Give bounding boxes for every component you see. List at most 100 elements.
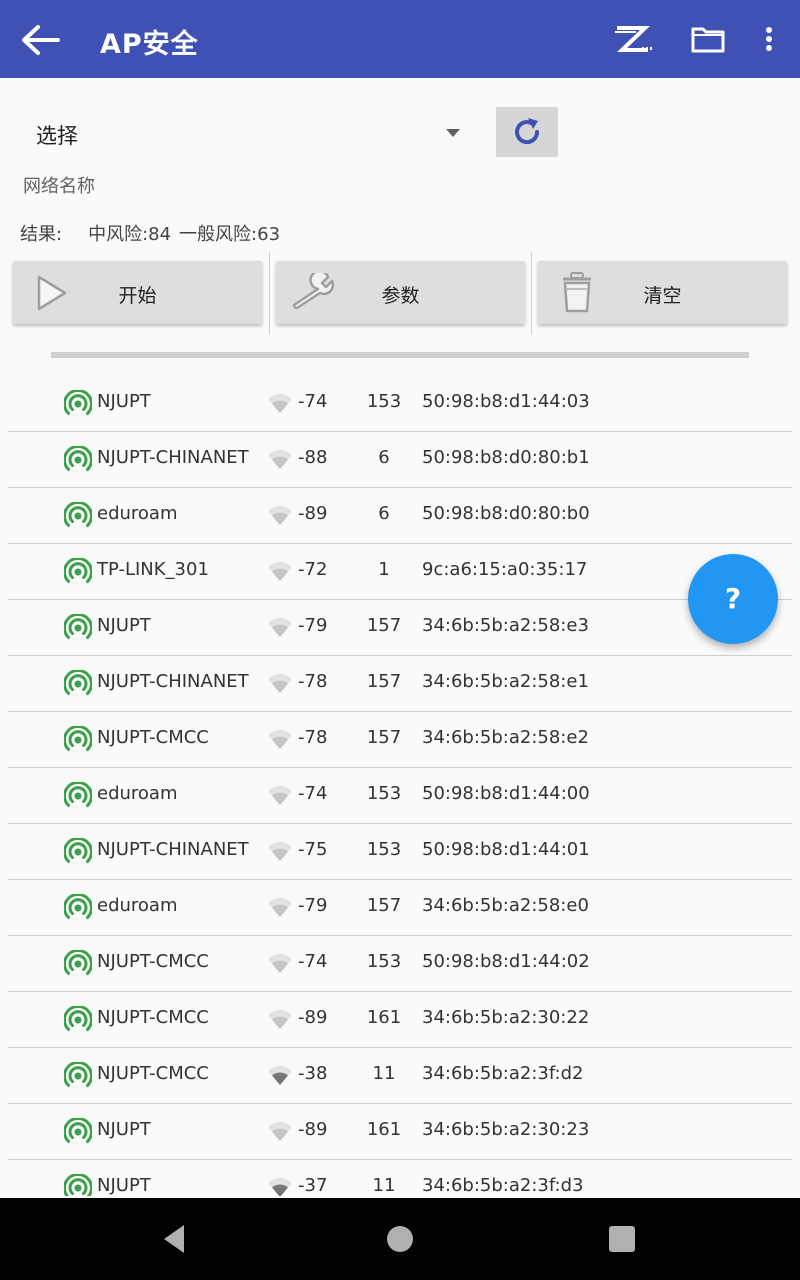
ap-mac: 50:98:b8:d1:44:00 [422, 783, 590, 804]
wifi-signal-icon [267, 1122, 293, 1146]
nav-recents-icon[interactable] [609, 1226, 635, 1252]
ap-channel: 161 [366, 1119, 402, 1140]
ap-row[interactable]: NJUPT -89 161 34:6b:5b:a2:30:23 [8, 1104, 792, 1160]
ap-row[interactable]: NJUPT -37 11 34:6b:5b:a2:3f:d3 [8, 1160, 792, 1196]
ap-mac: 50:98:b8:d0:80:b1 [422, 447, 590, 468]
ap-row[interactable]: NJUPT-CMCC -38 11 34:6b:5b:a2:3f:d2 [8, 1048, 792, 1104]
access-point-icon [63, 388, 93, 422]
ap-rssi: -78 [298, 671, 328, 692]
params-button-label: 参数 [381, 285, 420, 307]
wifi-signal-icon [267, 1010, 293, 1034]
app-bar: AP安全 [0, 0, 800, 78]
wifi-signal-icon [267, 450, 293, 474]
ap-ssid: NJUPT-CHINANET [97, 839, 249, 860]
ap-channel: 6 [378, 447, 390, 468]
ap-ssid: NJUPT-CMCC [97, 727, 209, 748]
wifi-signal-icon [267, 618, 293, 642]
access-point-icon [63, 444, 93, 478]
ap-mac: 50:98:b8:d1:44:03 [422, 391, 590, 412]
access-point-icon [63, 668, 93, 702]
z-logo-icon[interactable] [612, 20, 654, 58]
help-fab-button[interactable]: ? [688, 554, 778, 644]
ap-channel: 11 [372, 1063, 396, 1084]
ap-mac: 9c:a6:15:a0:35:17 [422, 559, 588, 580]
nav-home-icon[interactable] [387, 1226, 413, 1252]
access-point-icon [63, 836, 93, 870]
ap-list[interactable]: NJUPT -74 153 50:98:b8:d1:44:03 NJUPT-CHINAN… [8, 376, 792, 1196]
folder-icon[interactable] [690, 20, 726, 58]
screen: AP安全 选择 网络名称 结果: 中风险:84 一般风险:63 开始 参数 清空… [0, 0, 800, 1280]
result-label: 结果: [20, 224, 63, 245]
help-question-icon: ? [724, 582, 742, 615]
ap-ssid: eduroam [97, 895, 178, 916]
network-name-label: 网络名称 [23, 176, 95, 197]
wifi-signal-icon [267, 1178, 293, 1196]
access-point-icon [63, 780, 93, 814]
start-button[interactable]: 开始 [13, 261, 262, 324]
refresh-button[interactable] [496, 107, 558, 157]
medium-risk-count: 中风险:84 [88, 224, 172, 245]
ap-ssid: eduroam [97, 783, 178, 804]
ap-channel: 153 [366, 951, 402, 972]
start-button-label: 开始 [118, 285, 157, 307]
ap-row[interactable]: TP-LINK_301 -72 1 9c:a6:15:a0:35:17 [8, 544, 792, 600]
ap-ssid: NJUPT-CMCC [97, 1007, 209, 1028]
ap-row[interactable]: eduroam -89 6 50:98:b8:d0:80:b0 [8, 488, 792, 544]
clear-button[interactable]: 清空 [538, 261, 787, 324]
ap-row[interactable]: NJUPT-CMCC -74 153 50:98:b8:d1:44:02 [8, 936, 792, 992]
system-nav-bar [0, 1198, 800, 1280]
more-vert-icon[interactable] [758, 20, 780, 58]
ap-rssi: -78 [298, 727, 328, 748]
ap-rssi: -74 [298, 783, 328, 804]
ap-channel: 153 [366, 391, 402, 412]
wifi-signal-icon [267, 506, 293, 530]
ap-row[interactable]: eduroam -79 157 34:6b:5b:a2:58:e0 [8, 880, 792, 936]
ap-rssi: -88 [298, 447, 328, 468]
ap-row[interactable]: NJUPT-CMCC -89 161 34:6b:5b:a2:30:22 [8, 992, 792, 1048]
ap-mac: 34:6b:5b:a2:3f:d3 [422, 1175, 584, 1196]
ap-row[interactable]: NJUPT -74 153 50:98:b8:d1:44:03 [8, 376, 792, 432]
ap-channel: 11 [372, 1175, 396, 1196]
ap-row[interactable]: NJUPT-CHINANET -88 6 50:98:b8:d0:80:b1 [8, 432, 792, 488]
ap-row[interactable]: NJUPT-CHINANET -78 157 34:6b:5b:a2:58:e1 [8, 656, 792, 712]
ap-row[interactable]: NJUPT-CHINANET -75 153 50:98:b8:d1:44:01 [8, 824, 792, 880]
ap-rssi: -37 [298, 1175, 328, 1196]
ap-mac: 34:6b:5b:a2:58:e1 [422, 671, 589, 692]
ap-rssi: -72 [298, 559, 328, 580]
ap-channel: 157 [366, 895, 402, 916]
access-point-icon [63, 1172, 93, 1196]
ap-channel: 153 [366, 839, 402, 860]
ap-rssi: -38 [298, 1063, 328, 1084]
params-button[interactable]: 参数 [276, 261, 525, 324]
ap-rssi: -89 [298, 1007, 328, 1028]
ap-row[interactable]: NJUPT -79 157 34:6b:5b:a2:58:e3 [8, 600, 792, 656]
ap-channel: 1 [378, 559, 390, 580]
select-value: 选择 [36, 124, 78, 148]
wifi-signal-icon [267, 1066, 293, 1090]
dropdown-caret-icon [446, 129, 460, 137]
nav-back-icon[interactable] [160, 1223, 188, 1259]
wifi-signal-icon [267, 898, 293, 922]
back-arrow-icon[interactable] [18, 22, 62, 58]
ap-channel: 6 [378, 503, 390, 524]
ap-ssid: NJUPT [97, 1119, 151, 1140]
wifi-signal-icon [267, 786, 293, 810]
ap-row[interactable]: NJUPT-CMCC -78 157 34:6b:5b:a2:58:e2 [8, 712, 792, 768]
ap-row[interactable]: eduroam -74 153 50:98:b8:d1:44:00 [8, 768, 792, 824]
button-divider [531, 252, 532, 334]
access-point-icon [63, 612, 93, 646]
ap-mac: 34:6b:5b:a2:58:e0 [422, 895, 589, 916]
access-point-icon [63, 1116, 93, 1150]
ap-mac: 50:98:b8:d0:80:b0 [422, 503, 590, 524]
ap-mac: 34:6b:5b:a2:58:e2 [422, 727, 589, 748]
ap-rssi: -74 [298, 391, 328, 412]
network-select[interactable]: 选择 [18, 108, 472, 158]
ap-mac: 34:6b:5b:a2:58:e3 [422, 615, 589, 636]
ap-channel: 153 [366, 783, 402, 804]
wifi-signal-icon [267, 562, 293, 586]
ap-rssi: -74 [298, 951, 328, 972]
ap-rssi: -79 [298, 615, 328, 636]
ap-rssi: -89 [298, 1119, 328, 1140]
ap-ssid: NJUPT-CHINANET [97, 671, 249, 692]
ap-ssid: NJUPT [97, 391, 151, 412]
